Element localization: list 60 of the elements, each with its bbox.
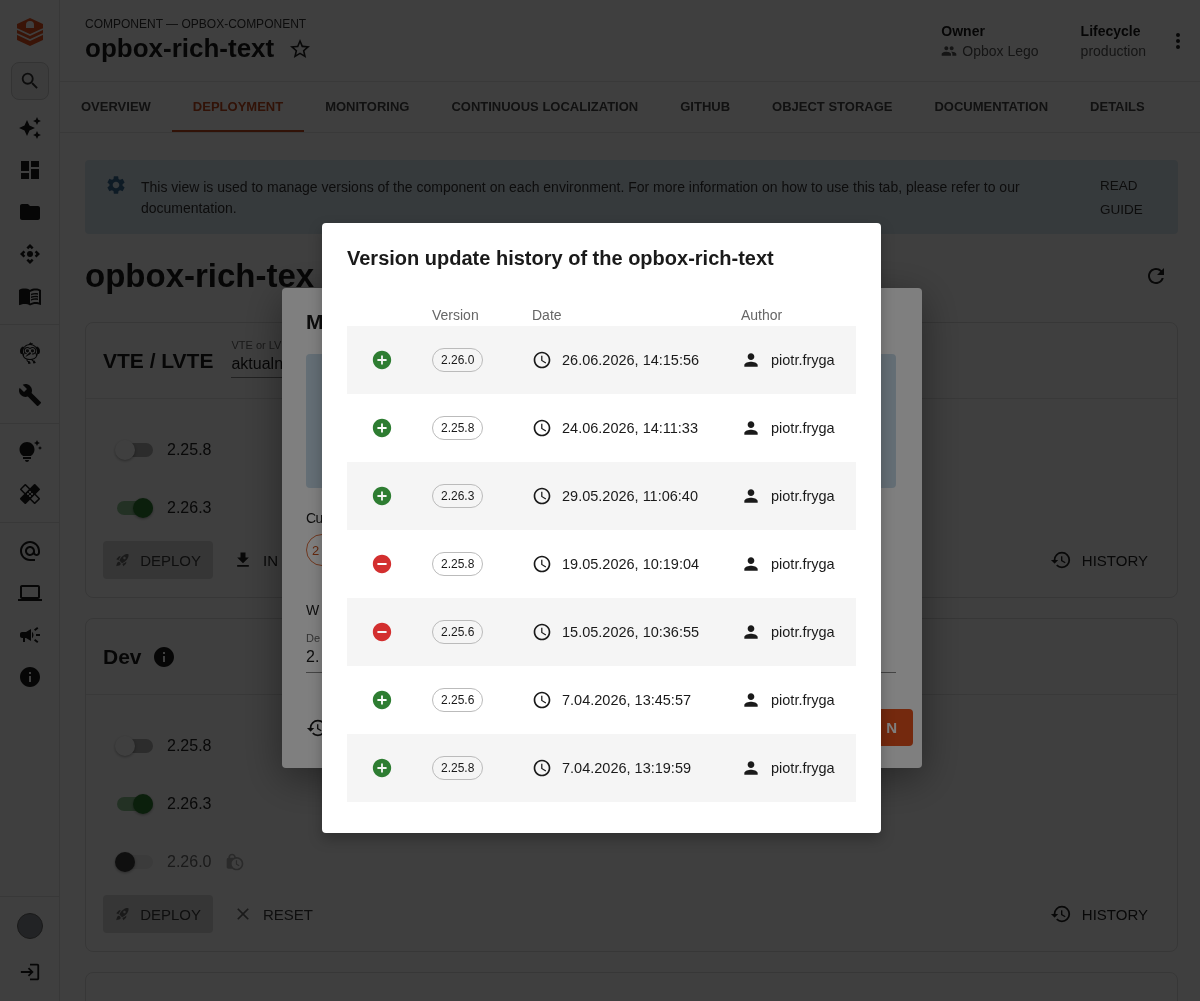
diamonds-icon[interactable] [17, 242, 42, 266]
more-menu-button[interactable] [1176, 32, 1180, 49]
clock-icon [532, 486, 552, 506]
tab[interactable]: DEPLOYMENT [171, 82, 305, 132]
owner-label: Owner [941, 22, 986, 39]
author-text: piotr.fryga [771, 488, 835, 504]
more-vertical-icon [1176, 32, 1180, 49]
author-text: piotr.fryga [771, 692, 835, 708]
toggle-switch[interactable] [117, 739, 153, 753]
component-title: opbox-rich-text [85, 33, 275, 64]
field-value: 2. [306, 648, 320, 666]
dialog-title: Version update history of the opbox-rich-text [347, 247, 775, 270]
date-text: 19.05.2026, 10:19:04 [562, 556, 700, 572]
author-text: piotr.fryga [771, 556, 835, 572]
date-text: 24.06.2026, 14:11:33 [562, 420, 698, 436]
sparkles-icon[interactable] [17, 116, 42, 140]
date-text: 7.04.2026, 13:19:59 [562, 760, 691, 776]
environment-name: VTE / LVTE [103, 348, 214, 373]
lightbulb-icon[interactable] [17, 440, 42, 464]
clock-icon [532, 690, 552, 710]
field-value: aktualn [231, 355, 284, 373]
date-text: 29.05.2026, 11:06:40 [562, 488, 698, 504]
toggle-switch[interactable] [117, 501, 153, 515]
clock-icon [532, 622, 552, 642]
wrench-icon[interactable] [17, 383, 42, 407]
author-text: piotr.fryga [771, 624, 835, 640]
bandage-icon[interactable] [17, 482, 42, 506]
clock-icon [532, 554, 552, 574]
info-icon[interactable] [17, 665, 42, 689]
dialog-title: M [306, 310, 324, 334]
clock-icon [532, 758, 552, 778]
environment-name: Dev [103, 644, 142, 669]
logo[interactable] [14, 16, 45, 48]
info-icon[interactable] [151, 644, 176, 669]
toggle-switch[interactable] [117, 443, 153, 457]
history-icon [1049, 549, 1072, 571]
section-label: Cu [306, 510, 323, 526]
section-label: W [306, 602, 319, 618]
column-header: Date [532, 307, 563, 323]
clock-icon [532, 418, 552, 438]
field-label: De [306, 632, 321, 644]
date-text: 7.04.2026, 13:45:57 [562, 692, 691, 708]
page-title: opbox-rich-tex [85, 257, 315, 295]
date-text: 15.05.2026, 10:36:55 [562, 624, 700, 640]
clock-icon [532, 350, 552, 370]
lifecycle-label: Lifecycle [1080, 22, 1142, 39]
author-text: piotr.fryga [771, 420, 835, 436]
toggle-switch[interactable] [117, 797, 153, 811]
author-text: piotr.fryga [771, 760, 835, 776]
gear-icon [105, 174, 127, 196]
at-sign-icon[interactable] [17, 539, 42, 563]
author-text: piotr.fryga [771, 352, 835, 368]
column-header: Author [741, 307, 784, 323]
avatar[interactable] [16, 913, 43, 939]
logout-icon[interactable] [18, 961, 41, 983]
date-text: 26.06.2026, 14:15:56 [562, 352, 700, 368]
bird-icon[interactable] [17, 341, 42, 365]
search-button[interactable] [10, 62, 49, 100]
history-icon [1049, 903, 1072, 925]
column-header: Version [432, 307, 480, 323]
